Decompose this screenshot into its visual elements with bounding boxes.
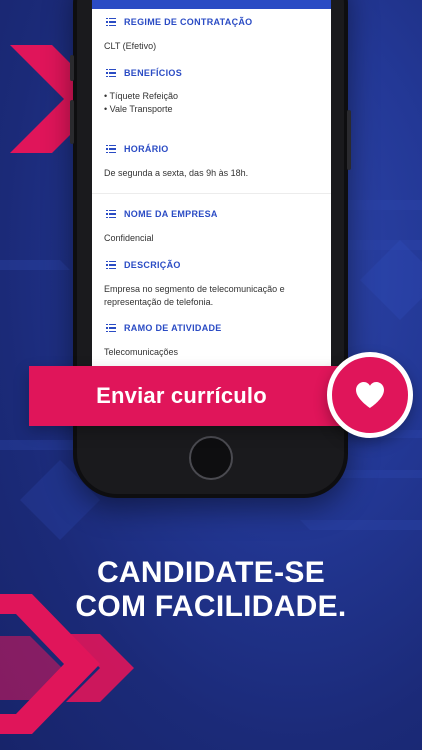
section-title-text: HORÁRIO <box>124 144 169 154</box>
section-title-text: DESCRIÇÃO <box>124 260 181 270</box>
headline-line-2: COM FACILIDADE. <box>75 590 347 623</box>
home-button[interactable] <box>189 436 233 480</box>
send-resume-button[interactable]: Enviar currículo <box>29 366 374 426</box>
section-text-descricao: Empresa no segmento de telecomunicação e <box>104 284 285 294</box>
list-icon <box>106 68 116 78</box>
section-title-text: NOME DA EMPRESA <box>124 209 218 219</box>
section-title-beneficios: BENEFÍCIOS <box>106 66 182 80</box>
list-icon <box>106 260 116 270</box>
benefit-item: • Tíquete Refeição <box>104 91 179 101</box>
section-title-horario: HORÁRIO <box>106 142 169 156</box>
section-text-ramo: Telecomunicações <box>104 347 179 357</box>
favorite-button[interactable] <box>327 352 413 438</box>
section-title-regime: REGIME DE CONTRATAÇÃO <box>106 15 252 29</box>
section-text-empresa: Confidencial <box>104 233 154 243</box>
list-icon <box>106 17 116 27</box>
screen-header-bar <box>92 0 331 9</box>
list-icon <box>106 144 116 154</box>
benefit-item: • Vale Transporte <box>104 104 173 114</box>
section-text-regime: CLT (Efetivo) <box>104 41 157 51</box>
heart-icon <box>356 382 384 408</box>
send-resume-label: Enviar currículo <box>96 383 267 408</box>
section-title-ramo: RAMO DE ATIVIDADE <box>106 321 222 335</box>
phone-side-button <box>70 55 74 81</box>
list-icon <box>106 209 116 219</box>
phone-side-button <box>347 110 351 170</box>
section-title-text: BENEFÍCIOS <box>124 68 183 78</box>
section-title-descricao: DESCRIÇÃO <box>106 258 181 272</box>
section-divider <box>92 193 331 194</box>
section-title-empresa: NOME DA EMPRESA <box>106 207 218 221</box>
headline-line-1: CANDIDATE-SE <box>96 556 326 589</box>
phone-screen: REGIME DE CONTRATAÇÃO CLT (Efetivo) BENE… <box>92 0 331 368</box>
section-title-text: REGIME DE CONTRATAÇÃO <box>124 17 253 27</box>
phone-side-button <box>70 100 74 144</box>
list-icon <box>106 323 116 333</box>
promo-headline: CANDIDATE-SE COM FACILIDADE. <box>0 556 422 624</box>
section-title-text: RAMO DE ATIVIDADE <box>124 323 222 333</box>
section-text-horario: De segunda a sexta, das 9h às 18h. <box>104 168 249 178</box>
section-text-descricao: representação de telefonia. <box>104 297 214 307</box>
